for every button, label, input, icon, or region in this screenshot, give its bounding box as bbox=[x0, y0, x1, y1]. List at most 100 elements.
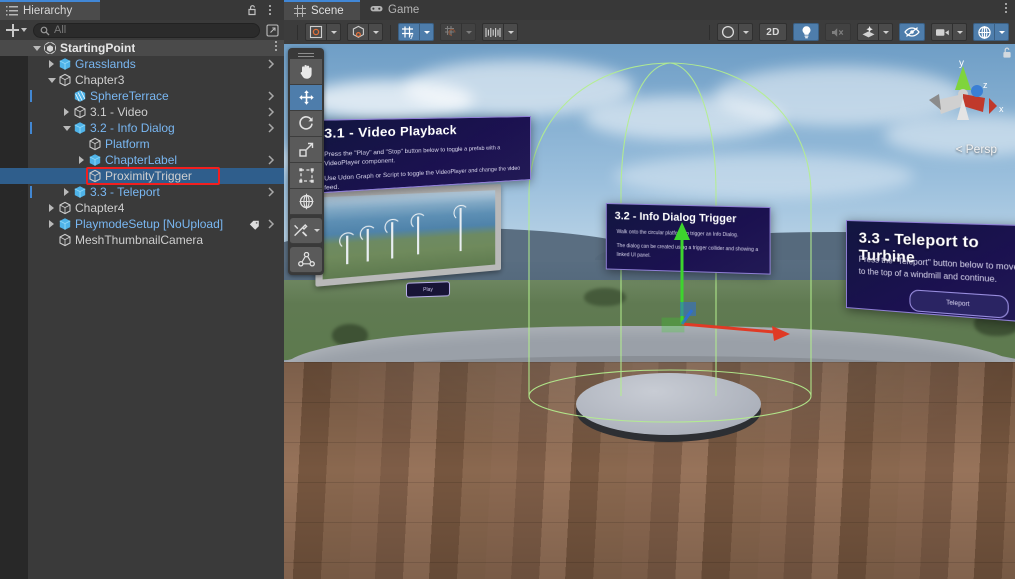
hierarchy-menu-icon[interactable] bbox=[264, 3, 276, 17]
twisty-closed-icon[interactable] bbox=[75, 152, 88, 168]
hierarchy-tabbar: Hierarchy bbox=[0, 0, 284, 20]
hierarchy-item[interactable]: SphereTerrace bbox=[0, 88, 284, 104]
hierarchy-item[interactable]: 3.3 - Teleport bbox=[0, 184, 284, 200]
unity-scene-icon bbox=[43, 41, 57, 55]
twisty-closed-icon[interactable] bbox=[45, 216, 58, 232]
projection-mode-label[interactable]: < Persp bbox=[956, 142, 997, 156]
video-play-button[interactable]: Play bbox=[406, 281, 450, 298]
grid-snapping-toggle[interactable]: y bbox=[398, 23, 420, 41]
video-turbine-image bbox=[322, 190, 496, 280]
scene-viewport[interactable]: Play 3.1 - Video Playback Press the "Pla… bbox=[284, 44, 1015, 579]
open-prefab-chevron-icon[interactable] bbox=[266, 154, 276, 166]
snap-increment-dropdown[interactable] bbox=[503, 23, 518, 41]
tab-hierarchy[interactable]: Hierarchy bbox=[0, 0, 100, 20]
add-gameobject-button[interactable] bbox=[4, 22, 29, 38]
draw-mode-dropdown[interactable] bbox=[738, 23, 753, 41]
twisty-closed-icon[interactable] bbox=[45, 200, 58, 216]
hand-tool[interactable] bbox=[290, 59, 322, 85]
scene-row-menu-icon[interactable] bbox=[275, 41, 277, 51]
video-screen[interactable] bbox=[315, 184, 501, 287]
transform-tool[interactable] bbox=[290, 189, 322, 215]
hierarchy-item-selected[interactable]: ProximityTrigger bbox=[0, 168, 284, 184]
twisty-open-icon[interactable] bbox=[45, 72, 58, 88]
scene-options-button[interactable] bbox=[973, 23, 995, 41]
snap-increment-button[interactable] bbox=[482, 23, 504, 41]
scene-lighting-toggle[interactable] bbox=[793, 23, 819, 41]
view-2d-toggle[interactable]: 2D bbox=[759, 23, 787, 41]
draw-mode-button[interactable] bbox=[717, 23, 739, 41]
grid-visibility-toggle[interactable] bbox=[440, 23, 462, 41]
hierarchy-item-label: ChapterLabel bbox=[105, 153, 178, 167]
component-tool-button[interactable] bbox=[290, 247, 322, 273]
hierarchy-item[interactable]: Platform bbox=[0, 136, 284, 152]
teleport-panel: 3.3 - Teleport to Turbine Press the "Tel… bbox=[846, 220, 1015, 324]
open-prefab-chevron-icon[interactable] bbox=[266, 218, 276, 230]
scene-options-dropdown[interactable] bbox=[994, 23, 1009, 41]
scene-camera-dropdown[interactable] bbox=[952, 23, 967, 41]
expand-window-icon[interactable] bbox=[264, 23, 280, 38]
scene-menu-icon[interactable] bbox=[1005, 3, 1007, 13]
hierarchy-item-label: Chapter3 bbox=[75, 73, 125, 87]
search-input[interactable]: All bbox=[33, 22, 260, 38]
audio-mute-icon bbox=[832, 27, 844, 37]
chevron-down-icon bbox=[21, 28, 27, 32]
move-tool[interactable] bbox=[290, 85, 322, 111]
hierarchy-item-label: SphereTerrace bbox=[90, 89, 169, 103]
hierarchy-item[interactable]: Chapter4 bbox=[0, 200, 284, 216]
pivot-toggle[interactable] bbox=[305, 23, 327, 41]
hierarchy-item[interactable]: 3.2 - Info Dialog bbox=[0, 120, 284, 136]
twisty-closed-icon[interactable] bbox=[60, 104, 73, 120]
gizmo-x-label: x bbox=[999, 104, 1004, 114]
hierarchy-item[interactable]: 3.1 - Video bbox=[0, 104, 284, 120]
gameobject-icon bbox=[73, 105, 87, 119]
scale-tool[interactable] bbox=[290, 137, 322, 163]
open-prefab-chevron-icon[interactable] bbox=[266, 186, 276, 198]
rect-transform-tool[interactable] bbox=[290, 163, 322, 189]
chevron-down-icon bbox=[742, 30, 749, 34]
tools-drag-handle[interactable] bbox=[290, 50, 322, 59]
gizmo-visibility-toggle[interactable] bbox=[899, 23, 925, 41]
hierarchy-item[interactable]: PlaymodeSetup [NoUpload] bbox=[0, 216, 284, 232]
scene-camera-button[interactable] bbox=[931, 23, 953, 41]
hierarchy-item[interactable]: ChapterLabel bbox=[0, 152, 284, 168]
tab-game[interactable]: Game bbox=[360, 0, 434, 20]
handle-space-dropdown[interactable] bbox=[368, 23, 383, 41]
open-prefab-chevron-icon[interactable] bbox=[266, 90, 276, 102]
grid-snapping-dropdown[interactable] bbox=[419, 23, 434, 41]
open-prefab-chevron-icon[interactable] bbox=[266, 58, 276, 70]
rotate-tool[interactable] bbox=[290, 111, 322, 137]
scene-fx-button[interactable] bbox=[857, 23, 879, 41]
scene-audio-toggle[interactable] bbox=[825, 23, 851, 41]
hierarchy-item[interactable]: MeshThumbnailCamera bbox=[0, 232, 284, 248]
pivot-dropdown[interactable] bbox=[326, 23, 341, 41]
twisty-open-icon[interactable] bbox=[30, 40, 43, 56]
mesh-icon bbox=[73, 89, 87, 103]
gizmo-lock-icon[interactable] bbox=[1001, 46, 1013, 59]
hierarchy-toolbar: All bbox=[0, 20, 284, 40]
eye-slash-icon bbox=[904, 27, 920, 37]
gizmo-y-label: y bbox=[959, 58, 964, 69]
hierarchy-item[interactable]: Grasslands bbox=[0, 56, 284, 72]
hierarchy-item[interactable]: StartingPoint bbox=[0, 40, 284, 56]
scene-fx-dropdown[interactable] bbox=[878, 23, 893, 41]
handle-space-toggle[interactable] bbox=[347, 23, 369, 41]
twisty-open-icon[interactable] bbox=[60, 120, 73, 136]
hierarchy-tree[interactable]: StartingPoint Grasslands Chapter3 SphereTer… bbox=[0, 40, 284, 579]
prefab-cube-icon bbox=[73, 185, 87, 199]
twisty-closed-icon[interactable] bbox=[45, 56, 58, 72]
lock-open-icon[interactable] bbox=[246, 4, 258, 16]
grid-visibility-dropdown[interactable] bbox=[461, 23, 476, 41]
gameobject-icon bbox=[58, 73, 72, 87]
custom-tools-button[interactable] bbox=[290, 218, 311, 244]
toolbar-separator bbox=[390, 24, 391, 40]
hierarchy-item[interactable]: Chapter3 bbox=[0, 72, 284, 88]
lightbulb-icon bbox=[802, 26, 810, 39]
custom-tools-dropdown[interactable] bbox=[311, 218, 322, 244]
hierarchy-item-label: ProximityTrigger bbox=[105, 169, 192, 183]
tab-scene[interactable]: Scene bbox=[284, 0, 360, 20]
open-prefab-chevron-icon[interactable] bbox=[266, 122, 276, 134]
open-prefab-chevron-icon[interactable] bbox=[266, 106, 276, 118]
circular-platform[interactable] bbox=[576, 373, 761, 442]
twisty-closed-icon[interactable] bbox=[60, 184, 73, 200]
